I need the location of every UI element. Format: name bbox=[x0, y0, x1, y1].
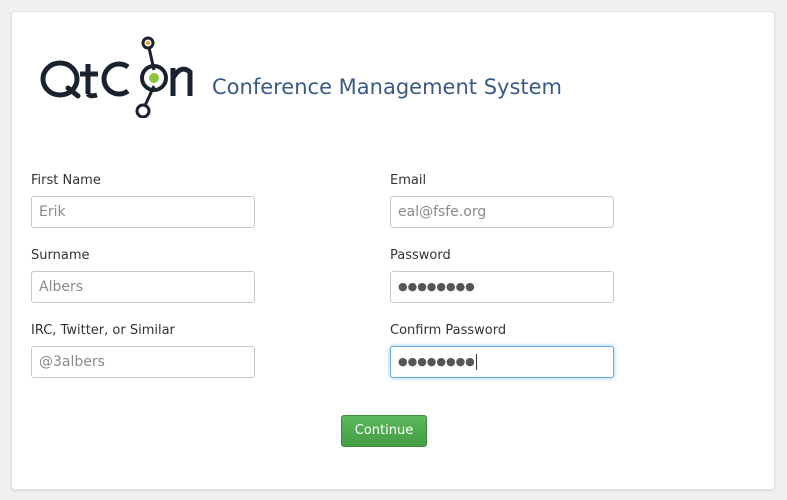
surname-input[interactable]: Albers bbox=[31, 271, 255, 303]
confirm-password-value: ●●●●●●●● bbox=[398, 355, 475, 368]
password-label: Password bbox=[390, 248, 451, 263]
password-input[interactable]: ●●●●●●●● bbox=[390, 271, 614, 303]
confirm-password-input[interactable]: ●●●●●●●● bbox=[390, 346, 614, 378]
signup-panel: Conference Management System First Name … bbox=[11, 11, 775, 490]
surname-label: Surname bbox=[31, 248, 90, 263]
qtcon-logo bbox=[40, 36, 193, 118]
email-label: Email bbox=[390, 173, 427, 188]
irc-input[interactable]: @3albers bbox=[31, 346, 255, 378]
confirm-password-label: Confirm Password bbox=[390, 323, 507, 338]
first-name-label: First Name bbox=[31, 173, 101, 188]
first-name-input[interactable]: Erik bbox=[31, 196, 255, 228]
continue-button[interactable]: Continue bbox=[341, 415, 427, 447]
irc-label: IRC, Twitter, or Similar bbox=[31, 323, 175, 338]
email-input[interactable]: eal@fsfe.org bbox=[390, 196, 614, 228]
app-title: Conference Management System bbox=[212, 75, 562, 99]
text-caret bbox=[475, 354, 477, 370]
